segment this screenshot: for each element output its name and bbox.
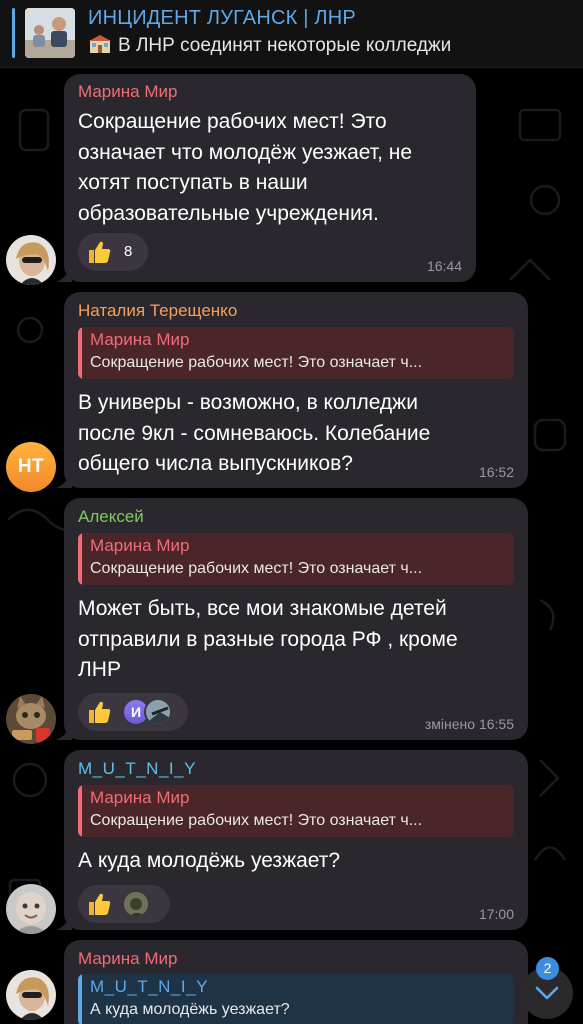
message-bubble[interactable]: Наталия Терещенко Марина Мир Сокращение … bbox=[56, 292, 528, 488]
message-time: 16:44 bbox=[426, 258, 462, 274]
reply-bar bbox=[78, 327, 82, 379]
school-building-icon bbox=[89, 35, 111, 53]
reply-sender: Марина Мир bbox=[90, 330, 190, 349]
sender-name[interactable]: Наталия Терещенко bbox=[78, 301, 237, 321]
avatar-natalia[interactable]: НТ bbox=[6, 442, 56, 492]
message-time: 17:00 bbox=[478, 906, 514, 922]
message-bubble[interactable]: M_U_T_N_I_Y Марина Мир Сокращение рабочи… bbox=[56, 750, 528, 930]
sender-name[interactable]: M_U_T_N_I_Y bbox=[78, 759, 196, 779]
thumbs-up-icon bbox=[89, 241, 111, 263]
thumbs-up-icon bbox=[89, 701, 111, 723]
reactor-avatar bbox=[122, 890, 150, 918]
reply-text: А куда молодёжь уезжает? bbox=[90, 1001, 290, 1018]
reply-bar bbox=[78, 785, 82, 837]
message-bubble[interactable]: Марина Мир M_U_T_N_I_Y А куда молодёжь у… bbox=[64, 940, 528, 1024]
chevron-down-icon bbox=[535, 986, 559, 1000]
sender-name[interactable]: Марина Мир bbox=[78, 949, 177, 969]
avatar-mutniy[interactable] bbox=[6, 884, 56, 934]
reply-preview[interactable]: Марина Мир Сокращение рабочих мест! Это … bbox=[78, 533, 514, 585]
reply-sender: Марина Мир bbox=[90, 788, 190, 807]
pinned-message-text: В ЛНР соединят некоторые колледжи bbox=[88, 34, 451, 57]
bubble-tail bbox=[56, 266, 72, 282]
reply-bar bbox=[78, 533, 82, 585]
reply-preview[interactable]: Марина Мир Сокращение рабочих мест! Это … bbox=[78, 327, 514, 379]
avatar-marina[interactable] bbox=[6, 970, 56, 1020]
sender-name[interactable]: Алексей bbox=[78, 507, 144, 527]
message-time: змінено 16:55 bbox=[424, 716, 514, 732]
avatar-marina[interactable] bbox=[6, 235, 56, 285]
message-text: А куда молодёжь уезжает? bbox=[78, 849, 341, 872]
reply-preview[interactable]: M_U_T_N_I_Y А куда молодёжь уезжает? bbox=[78, 974, 514, 1024]
reaction-thumbs-up[interactable]: И bbox=[78, 693, 188, 731]
reply-bar bbox=[78, 974, 82, 1024]
thumbs-up-icon bbox=[89, 893, 111, 915]
reply-sender: M_U_T_N_I_Y bbox=[90, 977, 208, 996]
reply-preview[interactable]: Марина Мир Сокращение рабочих мест! Это … bbox=[78, 785, 514, 837]
sender-name[interactable]: Марина Мир bbox=[78, 82, 177, 102]
avatar-aleksey[interactable] bbox=[6, 694, 56, 744]
reaction-thumbs-up[interactable] bbox=[78, 885, 170, 923]
message-text: В универы - возможно, в колледжи после 9… bbox=[78, 391, 431, 475]
pinned-channel-title: ИНЦИДЕНТ ЛУГАНСК | ЛНР bbox=[88, 7, 356, 29]
reply-text: Сокращение рабочих мест! Это означает ч.… bbox=[90, 354, 423, 371]
pinned-indicator bbox=[12, 8, 15, 58]
bubble-tail bbox=[56, 914, 72, 930]
pinned-thumbnail bbox=[25, 8, 75, 58]
reaction-thumbs-up[interactable]: 8 bbox=[78, 233, 148, 271]
bubble-tail bbox=[56, 724, 72, 740]
pinned-text-label: В ЛНР соединят некоторые колледжи bbox=[118, 35, 452, 56]
reply-text: Сокращение рабочих мест! Это означает ч.… bbox=[90, 560, 423, 577]
message-bubble[interactable]: Марина Мир Сокращение рабочих мест! Это … bbox=[56, 74, 476, 282]
bubble-tail bbox=[56, 472, 72, 488]
reply-text: Сокращение рабочих мест! Это означает ч.… bbox=[90, 812, 423, 829]
unread-count-badge: 2 bbox=[536, 957, 559, 980]
message-text: Может быть, все мои знакомые детей отпра… bbox=[78, 597, 458, 681]
reaction-count: 8 bbox=[124, 243, 133, 260]
pinned-message-bar[interactable]: ИНЦИДЕНТ ЛУГАНСК | ЛНР В ЛНР соединят не… bbox=[0, 0, 583, 68]
message-time: 16:52 bbox=[478, 464, 514, 480]
reply-sender: Марина Мир bbox=[90, 536, 190, 555]
reactor-avatar bbox=[144, 698, 172, 726]
message-bubble[interactable]: Алексей Марина Мир Сокращение рабочих ме… bbox=[56, 498, 528, 740]
message-text: Сокращение рабочих мест! Это означает чт… bbox=[78, 110, 413, 225]
